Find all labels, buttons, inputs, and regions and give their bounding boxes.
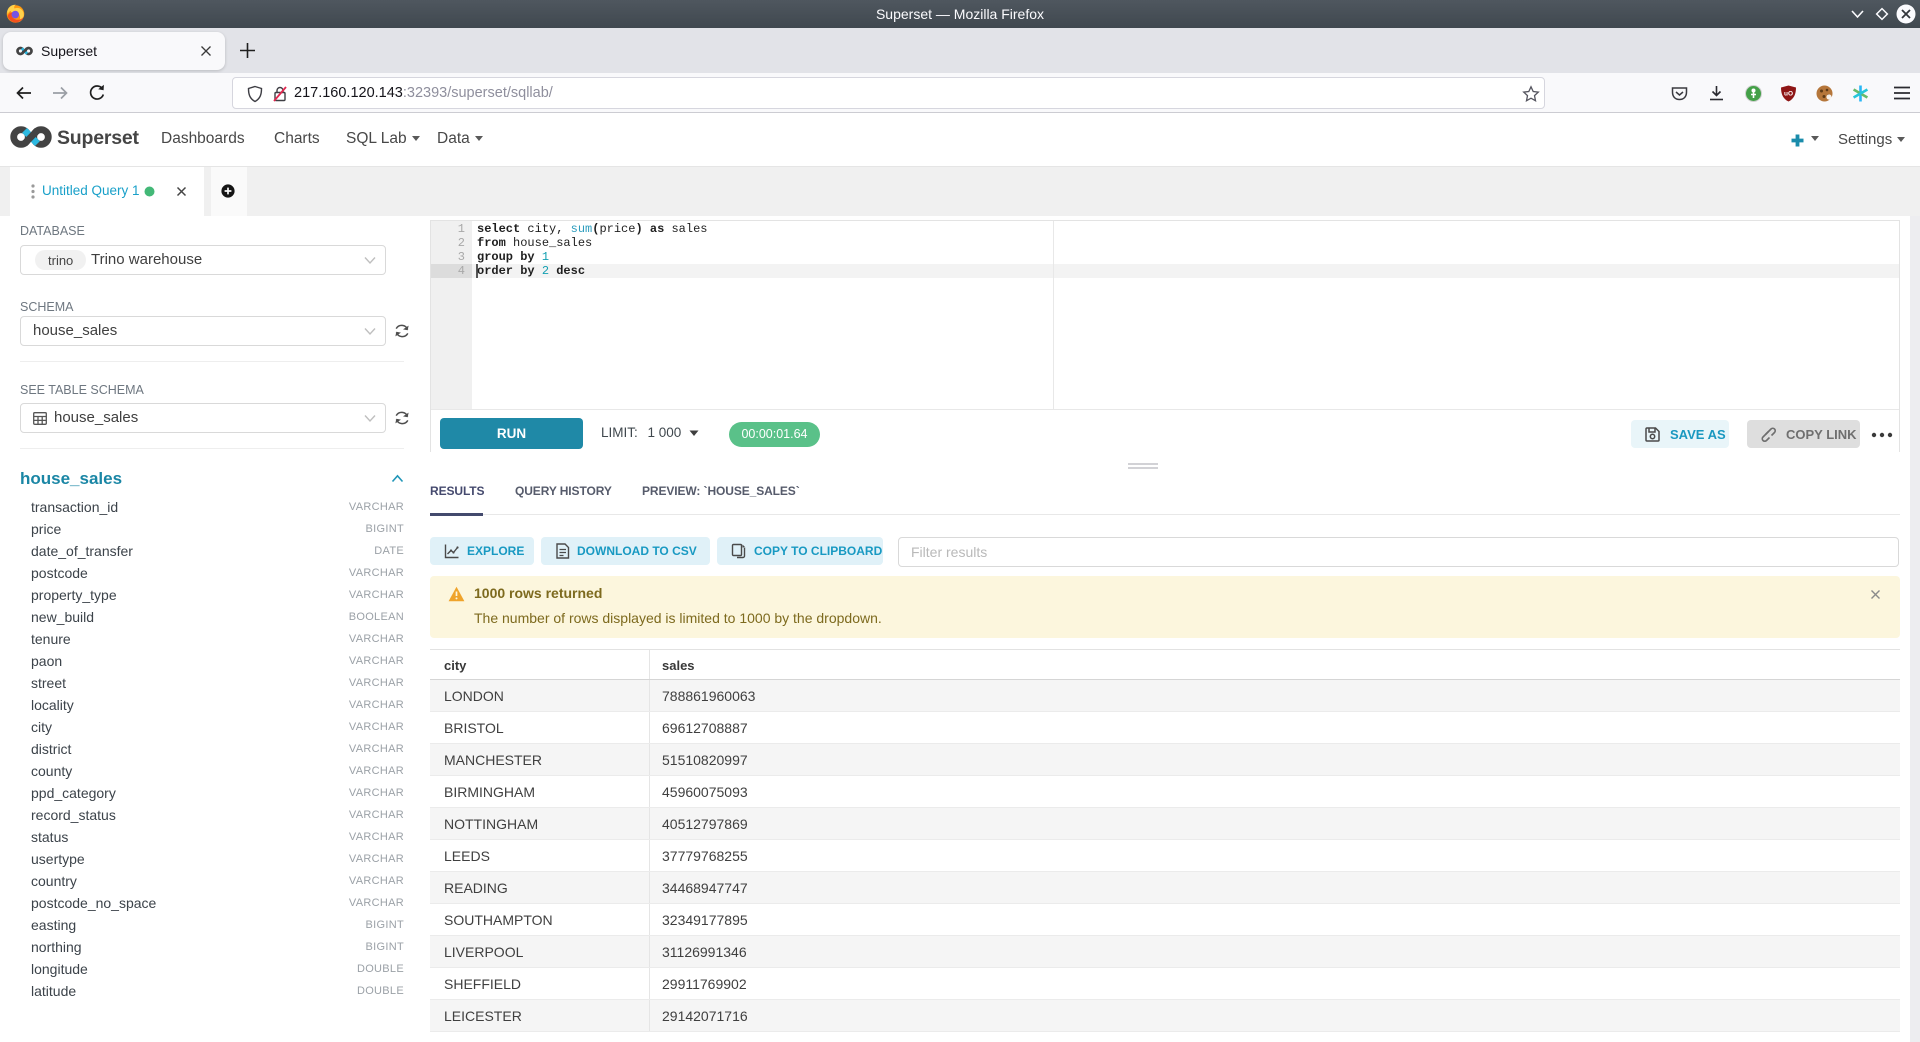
svg-text:uO: uO [1784,91,1793,98]
